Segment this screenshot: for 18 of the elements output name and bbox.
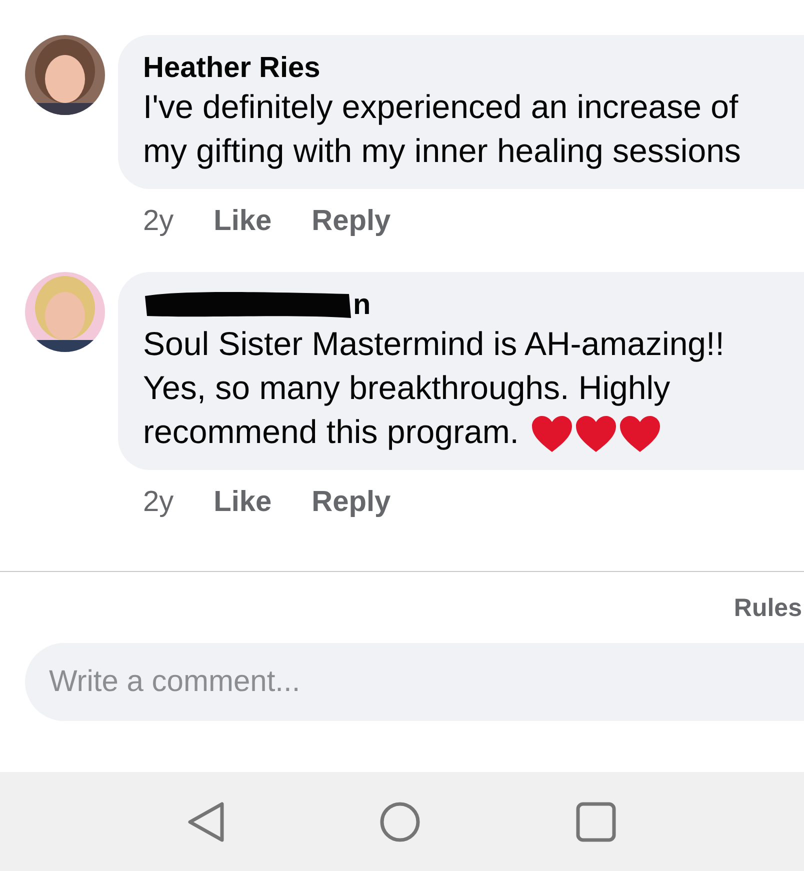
back-icon[interactable]	[187, 800, 225, 842]
comment-age: 2y	[143, 486, 174, 519]
reply-link[interactable]: Reply	[312, 205, 391, 238]
comment-text: Soul Sister Mastermind is AH-amazing!! Yes, so many breakthroughs. Highly recommend this program.	[143, 322, 773, 454]
commenter-name[interactable]: Heather Ries	[143, 52, 320, 85]
comment-age: 2y	[143, 205, 174, 238]
rules-link[interactable]: Rules	[734, 594, 802, 623]
like-link[interactable]: Like	[214, 205, 272, 238]
heart-icon	[618, 415, 661, 454]
home-icon[interactable]	[379, 800, 421, 842]
commenter-name[interactable]: n	[353, 289, 371, 322]
like-link[interactable]: Like	[214, 486, 272, 519]
heart-icon	[530, 415, 573, 454]
comment-input[interactable]: Write a comment...	[25, 643, 804, 721]
heart-icon	[574, 415, 617, 454]
comment-text: I've definitely experienced an increase of my gifting with my inner healing sessions	[143, 87, 742, 171]
recent-apps-icon[interactable]	[575, 800, 617, 842]
reply-link[interactable]: Reply	[312, 486, 391, 519]
